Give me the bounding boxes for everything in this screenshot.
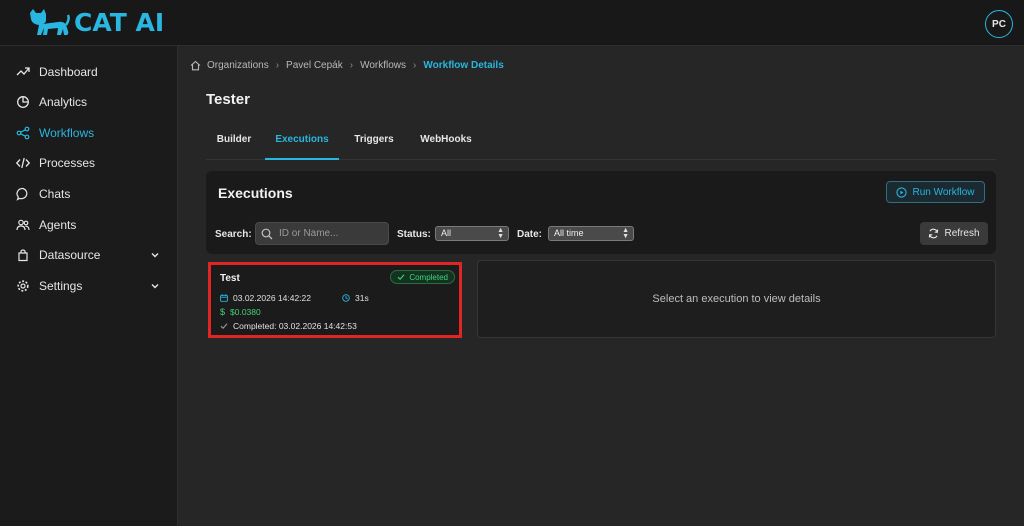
chat-bubble-icon <box>16 187 30 201</box>
sidebar-item-datasource[interactable]: Datasource <box>0 240 178 270</box>
sidebar-item-label: Workflows <box>39 126 95 140</box>
trend-icon <box>16 65 30 79</box>
breadcrumb-current: Workflow Details <box>423 59 504 71</box>
execution-completed: Completed: 03.02.2026 14:42:53 <box>220 321 357 331</box>
status-select[interactable]: All ▲ ▼ <box>435 226 509 241</box>
execution-cost: $ $0.0380 <box>220 307 261 317</box>
execution-name: Test <box>220 273 240 284</box>
tab-builder[interactable]: Builder <box>206 124 262 160</box>
sidebar-item-chats[interactable]: Chats <box>0 179 178 209</box>
check-icon <box>220 323 228 329</box>
calendar-icon <box>220 294 228 302</box>
execution-cost-value: $0.0380 <box>230 307 261 317</box>
database-icon <box>16 248 30 262</box>
tab-triggers[interactable]: Triggers <box>346 124 402 160</box>
sidebar-item-dashboard[interactable]: Dashboard <box>0 57 178 87</box>
search-field[interactable] <box>255 222 389 245</box>
refresh-label: Refresh <box>944 228 980 239</box>
chevron-down-icon[interactable] <box>150 280 160 294</box>
date-label: Date: <box>517 229 543 240</box>
tab-executions[interactable]: Executions <box>265 124 339 160</box>
status-badge: Completed <box>390 270 455 284</box>
execution-duration-value: 31s <box>355 293 369 303</box>
app-name: CAT AI <box>74 8 165 37</box>
status-select-value: All <box>441 228 452 238</box>
execution-completed-time: Completed: 03.02.2026 14:42:53 <box>233 321 357 331</box>
breadcrumb-workflows[interactable]: Workflows <box>360 60 406 71</box>
chevron-right-icon: › <box>349 59 354 71</box>
users-icon <box>16 218 30 232</box>
sidebar-item-processes[interactable]: Processes <box>0 148 178 178</box>
date-select-value: All time <box>554 228 584 238</box>
sidebar-item-label: Analytics <box>39 95 88 109</box>
tab-webhooks[interactable]: WebHooks <box>414 124 478 160</box>
home-icon[interactable] <box>190 60 201 71</box>
sidebar-item-label: Agents <box>39 218 77 232</box>
dollar-icon: $ <box>220 307 226 317</box>
execution-start-time: 03.02.2026 14:42:22 <box>233 293 311 303</box>
sidebar: Dashboard Analytics Workflows Processes … <box>0 46 178 526</box>
refresh-button[interactable]: Refresh <box>920 222 988 245</box>
execution-started: 03.02.2026 14:42:22 <box>220 293 311 303</box>
check-icon <box>397 274 405 280</box>
page-title: Tester <box>206 91 250 108</box>
select-arrows-icon: ▲ ▼ <box>622 227 629 240</box>
sidebar-item-label: Dashboard <box>39 65 98 79</box>
status-badge-label: Completed <box>409 272 448 282</box>
details-empty-message: Select an execution to view details <box>652 293 821 305</box>
share-nodes-icon <box>16 126 30 140</box>
refresh-icon <box>929 228 939 239</box>
tab-bar: Builder Executions Triggers WebHooks <box>206 124 996 160</box>
execution-card[interactable]: Test Completed 03.02.2026 14:42:22 31s $… <box>208 262 462 338</box>
search-label: Search: <box>215 229 252 240</box>
execution-duration: 31s <box>342 293 369 303</box>
run-workflow-button[interactable]: Run Workflow <box>886 181 985 203</box>
play-circle-icon <box>896 186 908 198</box>
search-icon <box>261 228 273 239</box>
chevron-down-icon[interactable] <box>150 249 160 263</box>
sidebar-item-label: Datasource <box>39 248 101 262</box>
sidebar-item-workflows[interactable]: Workflows <box>0 118 178 148</box>
sidebar-item-analytics[interactable]: Analytics <box>0 87 178 117</box>
chevron-right-icon: › <box>275 59 280 71</box>
date-select[interactable]: All time ▲ ▼ <box>548 226 634 241</box>
sidebar-item-label: Settings <box>39 279 83 293</box>
code-icon <box>16 156 30 170</box>
sidebar-item-label: Chats <box>39 187 71 201</box>
clock-icon <box>342 294 350 302</box>
executions-panel: Executions Run Workflow Search: Status: … <box>206 171 996 254</box>
sidebar-item-label: Processes <box>39 156 96 170</box>
pie-chart-icon <box>16 95 30 109</box>
search-input[interactable] <box>279 228 379 239</box>
execution-details-panel: Select an execution to view details <box>477 260 996 338</box>
select-arrows-icon: ▲ ▼ <box>497 227 504 240</box>
breadcrumb: Organizations › Pavel Cepák › Workflows … <box>190 58 504 72</box>
user-avatar[interactable]: PC <box>985 10 1013 38</box>
cat-logo-icon <box>30 9 70 35</box>
logo[interactable]: CAT AI <box>28 9 164 37</box>
breadcrumb-organization[interactable]: Pavel Cepák <box>286 60 343 71</box>
status-label: Status: <box>397 229 431 240</box>
gear-icon <box>16 279 30 293</box>
sidebar-item-agents[interactable]: Agents <box>0 210 178 240</box>
chevron-right-icon: › <box>413 59 417 71</box>
top-bar: CAT AI PC <box>0 0 1024 46</box>
sidebar-item-settings[interactable]: Settings <box>0 271 178 301</box>
run-workflow-label: Run Workflow <box>912 186 975 198</box>
executions-title: Executions <box>218 185 293 201</box>
breadcrumb-organizations[interactable]: Organizations <box>207 60 269 71</box>
